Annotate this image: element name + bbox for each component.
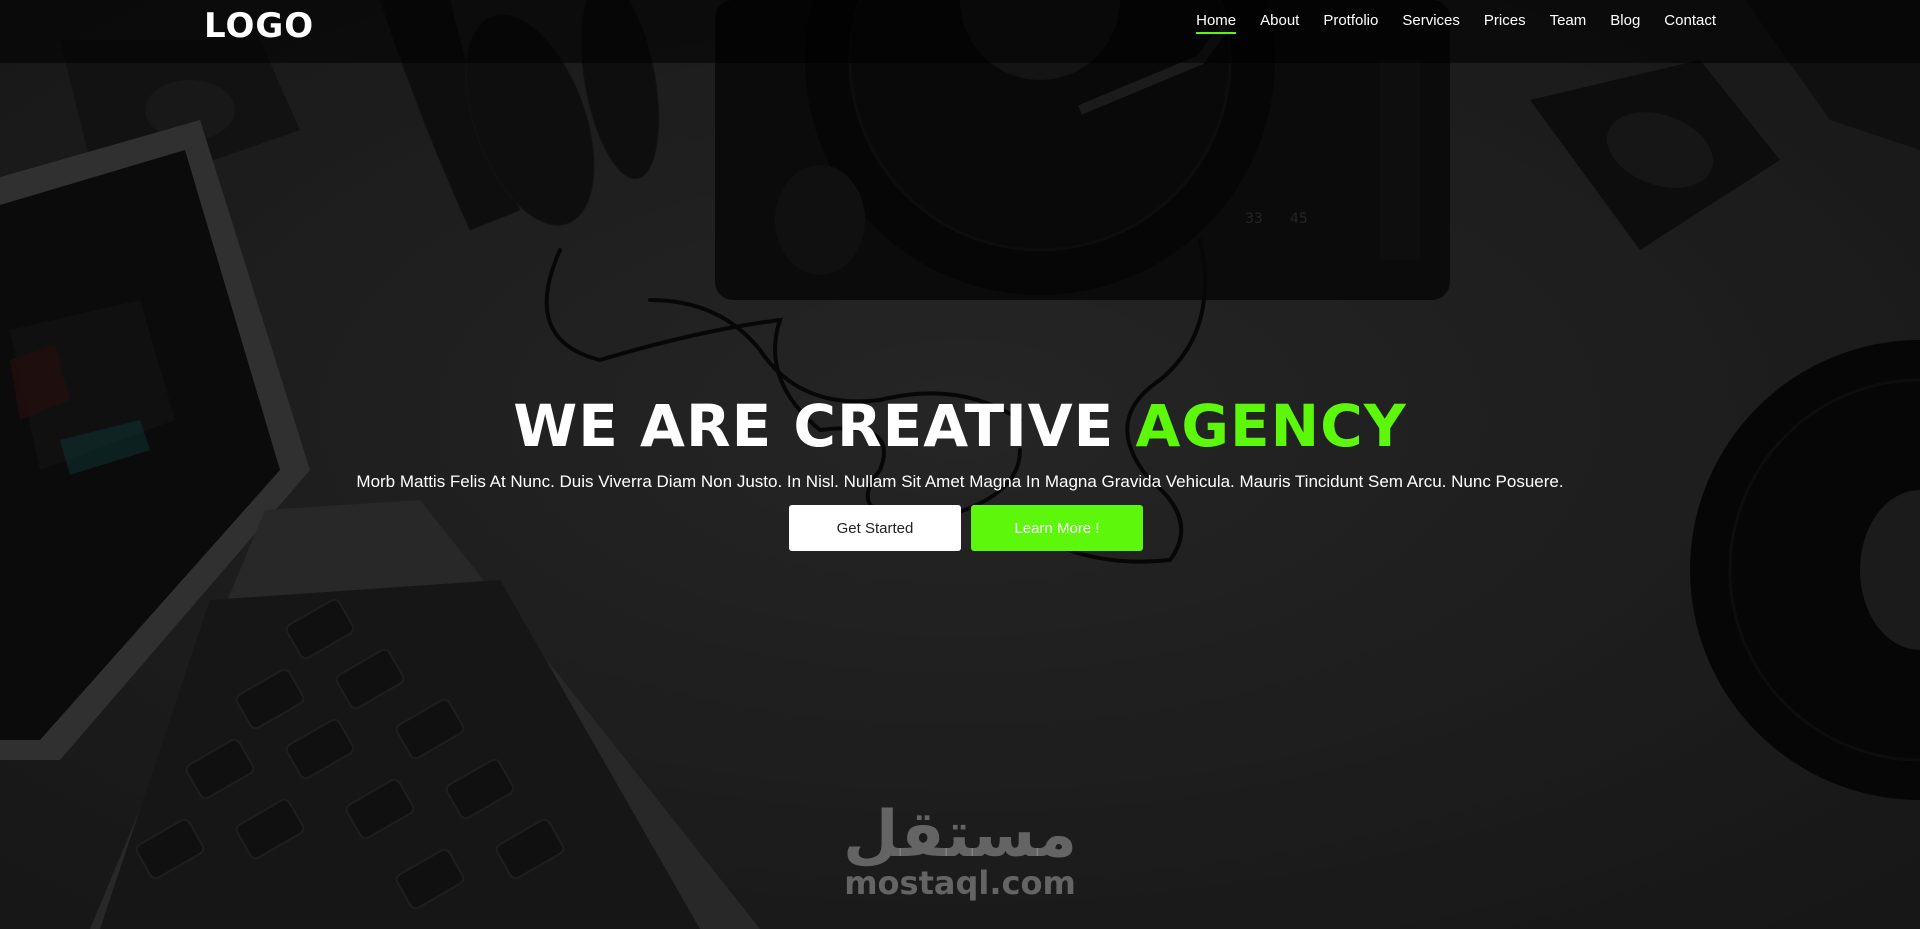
- background-dark-overlay: [0, 0, 1920, 929]
- watermark-latin-text: mostaql.com: [844, 864, 1076, 902]
- nav-item-prices[interactable]: Prices: [1472, 12, 1538, 30]
- hero-title-main: WE ARE CREATIVE: [513, 392, 1136, 460]
- hero-title-accent: AGENCY: [1135, 392, 1407, 460]
- nav-item-portfolio[interactable]: Protfolio: [1311, 12, 1390, 30]
- mostaql-watermark: مستقل mostaql.com: [840, 800, 1080, 900]
- learn-more-button[interactable]: Learn More !: [971, 505, 1143, 551]
- get-started-button[interactable]: Get Started: [789, 505, 961, 551]
- navbar: LOGO Home About Protfolio Services Price…: [0, 0, 1920, 63]
- main-nav: Home About Protfolio Services Prices Tea…: [1184, 12, 1728, 34]
- hero-title: WE ARE CREATIVE AGENCY: [0, 392, 1920, 460]
- nav-item-contact[interactable]: Contact: [1652, 12, 1728, 30]
- logo[interactable]: LOGO: [204, 6, 314, 46]
- hero-subtitle: Morb Mattis Felis At Nunc. Duis Viverra …: [356, 472, 1564, 491]
- watermark-arabic-text: مستقل: [842, 798, 1078, 872]
- nav-item-team[interactable]: Team: [1538, 12, 1599, 30]
- nav-item-services[interactable]: Services: [1390, 12, 1472, 30]
- nav-item-about[interactable]: About: [1248, 12, 1311, 30]
- nav-item-home[interactable]: Home: [1184, 12, 1248, 34]
- nav-item-blog[interactable]: Blog: [1598, 12, 1652, 30]
